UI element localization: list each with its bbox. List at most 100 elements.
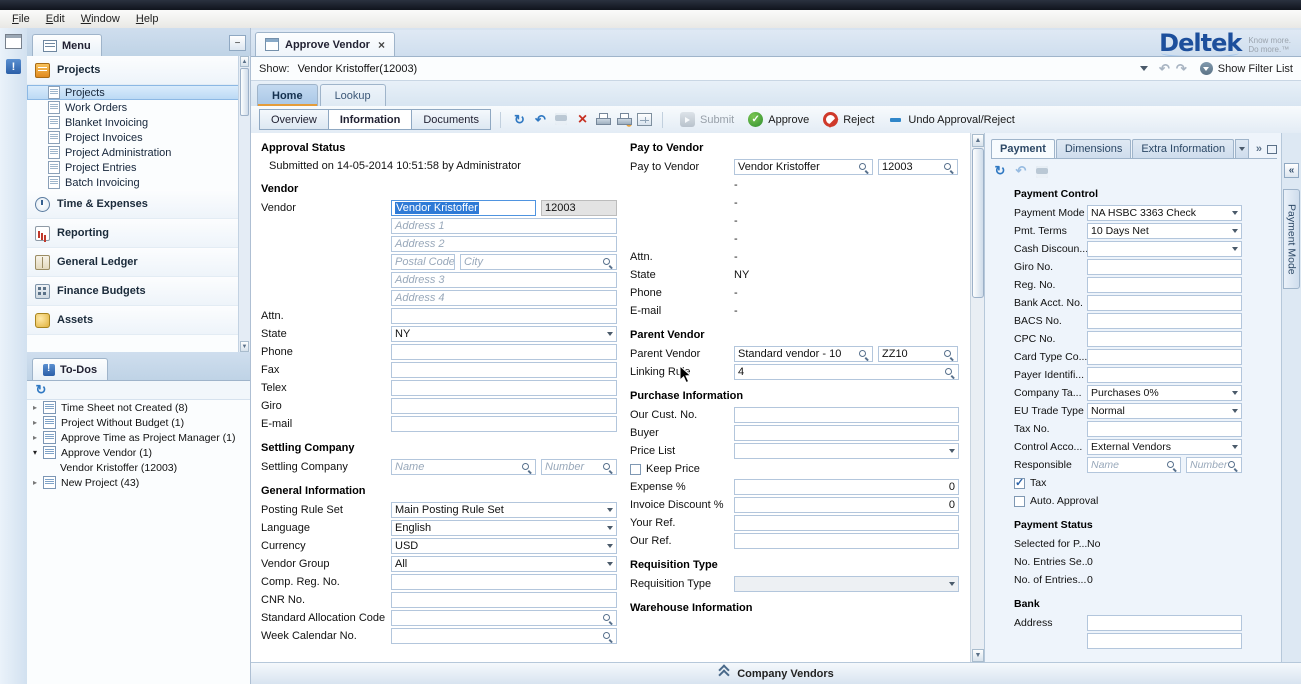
reg-no-input[interactable] (1087, 277, 1242, 293)
responsible-input[interactable]: Number (1186, 457, 1242, 473)
tax-no-input[interactable] (1087, 421, 1242, 437)
search-icon[interactable] (1166, 460, 1177, 471)
buyer-input[interactable] (734, 425, 959, 441)
card-type-co-input[interactable] (1087, 349, 1242, 365)
save-icon[interactable] (1035, 164, 1049, 178)
undo-approval-reject-button[interactable]: Undo Approval/Reject (881, 110, 1021, 130)
checkbox-keep-price[interactable]: Keep Price (630, 463, 700, 475)
reject-button[interactable]: Reject (816, 110, 881, 130)
menubar-item-help[interactable]: Help (128, 12, 167, 26)
scrollbar-thumb[interactable] (240, 68, 249, 116)
scroll-up-icon[interactable]: ▲ (972, 134, 984, 147)
search-icon[interactable] (602, 257, 613, 268)
tab-overflow-icon[interactable] (1235, 139, 1249, 158)
form-scrollbar[interactable]: ▲ ▼ (970, 133, 985, 663)
dropdown-company-ta[interactable]: Purchases 0% (1087, 385, 1242, 401)
giro-input[interactable] (391, 398, 617, 414)
address-input[interactable] (1087, 615, 1242, 631)
workspace-icon[interactable] (5, 34, 22, 49)
sidebar-section-assets[interactable]: Assets (27, 306, 239, 335)
close-icon[interactable]: × (378, 38, 385, 52)
print-icon[interactable] (595, 112, 612, 127)
dropdown-vendor-group[interactable]: All (391, 556, 617, 572)
search-icon[interactable] (602, 613, 613, 624)
todo-item-approve-vendor-1[interactable]: ▾Approve Vendor (1) (27, 445, 250, 460)
menubar-item-edit[interactable]: Edit (38, 12, 73, 26)
todo-child-vendor-kristoffer-12003[interactable]: Vendor Kristoffer (12003) (27, 460, 250, 475)
expand-icon[interactable]: ▸ (33, 403, 43, 412)
next-record-icon[interactable]: ↷ (1176, 61, 1187, 77)
sidebar-section-general-ledger[interactable]: General Ledger (27, 248, 239, 277)
search-icon[interactable] (944, 367, 955, 378)
telex-input[interactable] (391, 380, 617, 396)
menu-tab[interactable]: Menu (32, 34, 102, 56)
sidebar-section-reporting[interactable]: Reporting (27, 219, 239, 248)
sidebar-item-project-entries[interactable]: Project Entries (27, 160, 239, 175)
phone-input[interactable] (391, 344, 617, 360)
scrollbar-thumb[interactable] (972, 148, 984, 298)
search-icon[interactable] (521, 462, 532, 473)
todos-dock-icon[interactable] (6, 59, 21, 74)
sidebar-section-time-expenses[interactable]: Time & Expenses (27, 190, 239, 219)
cnr-no-input[interactable] (391, 592, 617, 608)
expand-left-icon[interactable]: « (1284, 163, 1299, 178)
refresh-icon[interactable] (511, 111, 528, 128)
menubar-item-file[interactable]: File (4, 12, 38, 26)
address-input[interactable]: Address 2 (391, 236, 617, 252)
tab-dimensions[interactable]: Dimensions (1056, 139, 1131, 158)
payer-identifi-input[interactable] (1087, 367, 1242, 383)
revert-icon[interactable] (532, 111, 549, 128)
address-input[interactable]: Address 1 (391, 218, 617, 234)
parent-vendor-input[interactable]: ZZ10 (878, 346, 958, 362)
revert-icon[interactable] (1014, 164, 1028, 178)
expand-panel-icon[interactable]: » (1256, 143, 1262, 155)
tab-documents[interactable]: Documents (411, 109, 491, 130)
dropdown-currency[interactable]: USD (391, 538, 617, 554)
tab-extra-information[interactable]: Extra Information (1132, 139, 1234, 158)
sidebar-section-projects[interactable]: Projects (27, 56, 239, 85)
dropdown-payment-mode[interactable]: NA HSBC 3363 Check (1087, 205, 1242, 221)
chevron-down-icon[interactable] (1140, 66, 1148, 71)
tab-information[interactable]: Information (328, 109, 413, 130)
refresh-icon[interactable] (34, 383, 48, 397)
your-ref-input[interactable] (734, 515, 959, 531)
checkbox-icon[interactable] (1014, 496, 1025, 507)
dropdown-requisition-type[interactable] (734, 576, 959, 592)
city-input[interactable]: City (460, 254, 617, 270)
sidebar-item-project-administration[interactable]: Project Administration (27, 145, 239, 160)
todos-tab[interactable]: To-Dos (32, 358, 108, 380)
company-vendors-bar[interactable]: Company Vendors (251, 662, 1301, 684)
maximize-panel-icon[interactable] (1267, 145, 1277, 154)
pay-to-vendor-input[interactable]: Vendor Kristoffer (734, 159, 873, 175)
previous-record-icon[interactable]: ↶ (1159, 61, 1170, 77)
week-calendar-no-input[interactable] (391, 628, 617, 644)
dropdown-pmt-terms[interactable]: 10 Days Net (1087, 223, 1242, 239)
page-setup-icon[interactable] (616, 112, 633, 127)
comp-reg-no-input[interactable] (391, 574, 617, 590)
approve-button[interactable]: Approve (741, 110, 816, 130)
sidebar-item-work-orders[interactable]: Work Orders (27, 100, 239, 115)
dropdown-language[interactable]: English (391, 520, 617, 536)
dropdown-state[interactable]: NY (391, 326, 617, 342)
payment-mode-side-tab[interactable]: Payment Mode (1283, 189, 1300, 289)
todo-item-project-without-budget-1[interactable]: ▸Project Without Budget (1) (27, 415, 250, 430)
pay-to-vendor-input[interactable]: 12003 (878, 159, 958, 175)
search-icon[interactable] (858, 349, 869, 360)
todo-item-approve-time-as-project-manager-1[interactable]: ▸Approve Time as Project Manager (1) (27, 430, 250, 445)
submit-button[interactable]: Submit (673, 110, 741, 130)
expand-icon[interactable]: ▸ (33, 418, 43, 427)
tab-overview[interactable]: Overview (259, 109, 329, 130)
checkbox-auto-approval[interactable]: Auto. Approval (1014, 495, 1098, 507)
sidebar-item-blanket-invoicing[interactable]: Blanket Invoicing (27, 115, 239, 130)
address-input[interactable]: Address 4 (391, 290, 617, 306)
search-icon[interactable] (943, 349, 954, 360)
collapse-icon[interactable]: ▾ (33, 448, 43, 457)
sidebar-scrollbar[interactable]: ▲ ▼ (238, 56, 250, 352)
our-ref-input[interactable] (734, 533, 959, 549)
tab-payment[interactable]: Payment (991, 139, 1055, 158)
search-icon[interactable] (858, 162, 869, 173)
tab-lookup[interactable]: Lookup (320, 84, 386, 106)
menubar-item-window[interactable]: Window (73, 12, 128, 26)
scroll-down-icon[interactable]: ▼ (240, 341, 249, 352)
postal-code-input[interactable]: Postal Code (391, 254, 455, 270)
